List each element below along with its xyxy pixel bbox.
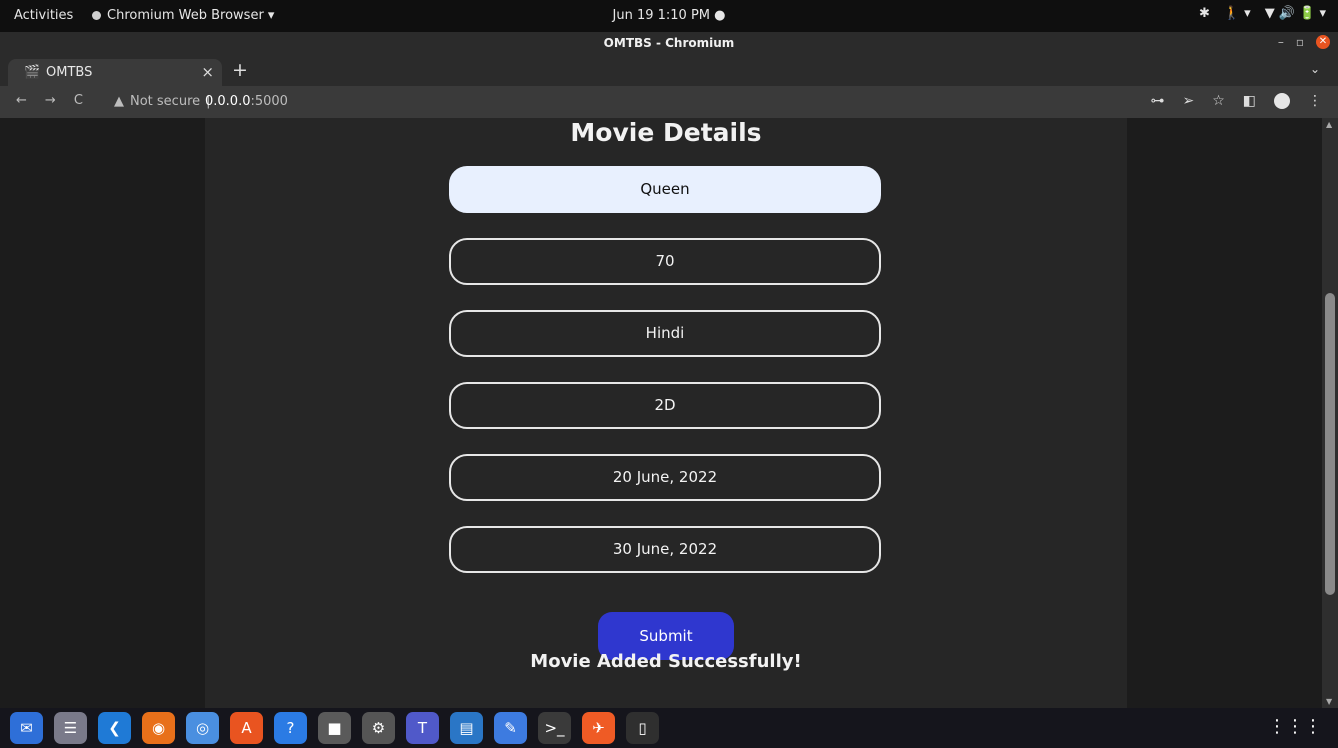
tab-label: OMTBS xyxy=(46,65,93,80)
security-indicator[interactable]: ▲ Not secure | xyxy=(114,94,211,109)
price-input[interactable]: 70 xyxy=(449,238,881,285)
chromium-small-icon xyxy=(92,11,101,20)
status-message: Movie Added Successfully! xyxy=(530,651,802,672)
usb-icon[interactable]: ▯ xyxy=(626,712,659,744)
tab-omtbs[interactable]: 🎬 OMTBS × xyxy=(8,59,222,86)
side-panel-icon[interactable]: ◧ xyxy=(1243,93,1256,109)
window-controls: – ▫ ✕ xyxy=(1278,35,1330,49)
window-title: OMTBS - Chromium xyxy=(603,36,735,50)
bookmark-star-icon[interactable]: ☆ xyxy=(1212,93,1225,109)
teams-icon[interactable]: T xyxy=(406,712,439,744)
clock[interactable]: Jun 19 1:10 PM ● xyxy=(613,8,726,23)
profile-avatar-icon[interactable] xyxy=(1274,93,1290,109)
settings-icon[interactable]: ⚙ xyxy=(362,712,395,744)
address-bar: ← → C ▲ Not secure | 0.0.0.0:5000 ⊶ ➢ ☆ … xyxy=(0,86,1338,118)
reload-icon[interactable]: C xyxy=(74,93,83,108)
page-viewport: Movie Details Queen 70 Hindi 2D 20 June,… xyxy=(0,118,1322,708)
scroll-up-icon[interactable]: ▲ xyxy=(1326,120,1332,129)
bluetooth-icon[interactable]: ✱ xyxy=(1199,6,1210,21)
language-input[interactable]: Hindi xyxy=(449,310,881,357)
not-secure-label: Not secure xyxy=(130,94,201,109)
app-store-icon[interactable]: A xyxy=(230,712,263,744)
window-title-bar: OMTBS - Chromium – ▫ ✕ xyxy=(0,32,1338,54)
movie-form-panel: Movie Details Queen 70 Hindi 2D 20 June,… xyxy=(205,118,1127,708)
page-scrollbar[interactable]: ▲ ▼ xyxy=(1322,118,1338,708)
accessibility-icon[interactable]: 🚶 ▾ xyxy=(1224,6,1251,21)
dock-apps: ✉ ☰ ❮ ◉ ◎ A? ■ ⚙ T ▤ ✎ >_ ✈ ▯ xyxy=(10,712,659,744)
back-icon[interactable]: ← xyxy=(16,93,27,108)
network-volume-battery-icon[interactable]: ▼ 🔊 🔋 ▾ xyxy=(1265,6,1326,21)
show-apps-grid-icon[interactable]: ⋮⋮⋮ xyxy=(1268,716,1322,737)
files-icon[interactable]: ■ xyxy=(318,712,351,744)
tab-close-icon[interactable]: × xyxy=(201,63,214,81)
end-date-input[interactable]: 30 June, 2022 xyxy=(449,526,881,573)
help-icon[interactable]: ? xyxy=(274,712,307,744)
url-host: 0.0.0.0 xyxy=(205,94,251,109)
menu-kebab-icon[interactable]: ⋮ xyxy=(1308,93,1322,109)
app-menu-label: Chromium Web Browser ▾ xyxy=(107,8,275,23)
navigation-buttons: ← → C xyxy=(16,93,83,108)
send-icon[interactable]: ➢ xyxy=(1182,93,1194,109)
dock: ✉ ☰ ❮ ◉ ◎ A? ■ ⚙ T ▤ ✎ >_ ✈ ▯ ⋮⋮⋮ xyxy=(0,708,1338,748)
new-tab-button[interactable]: + xyxy=(232,59,248,81)
forward-icon[interactable]: → xyxy=(45,93,56,108)
format-input[interactable]: 2D xyxy=(449,382,881,429)
app-menu[interactable]: Chromium Web Browser ▾ xyxy=(92,8,274,23)
key-icon[interactable]: ⊶ xyxy=(1150,93,1164,109)
firefox-icon[interactable]: ◉ xyxy=(142,712,175,744)
activities-button[interactable]: Activities xyxy=(14,8,73,23)
text-editor-icon[interactable]: ✎ xyxy=(494,712,527,744)
movie-name-input[interactable]: Queen xyxy=(449,166,881,213)
scroll-down-icon[interactable]: ▼ xyxy=(1326,697,1332,706)
system-tray[interactable]: ✱ 🚶 ▾ ▼ 🔊 🔋 ▾ xyxy=(1199,6,1326,21)
warning-icon: ▲ xyxy=(114,94,124,109)
tab-favicon-icon: 🎬 xyxy=(24,65,41,80)
text-reader-icon[interactable]: ☰ xyxy=(54,712,87,744)
chromium-icon[interactable]: ◎ xyxy=(186,712,219,744)
terminal-icon[interactable]: >_ xyxy=(538,712,571,744)
start-date-input[interactable]: 20 June, 2022 xyxy=(449,454,881,501)
url-port: :5000 xyxy=(250,94,288,109)
page-title: Movie Details xyxy=(570,118,762,147)
tab-search-chevron-icon[interactable]: ⌄ xyxy=(1310,62,1320,76)
postman-icon[interactable]: ✈ xyxy=(582,712,615,744)
tab-strip: 🎬 OMTBS × + ⌄ xyxy=(0,54,1338,86)
url-field[interactable]: 0.0.0.0:5000 xyxy=(205,94,288,109)
libreoffice-writer-icon[interactable]: ▤ xyxy=(450,712,483,744)
scrollbar-thumb[interactable] xyxy=(1325,293,1335,595)
close-window-button[interactable]: ✕ xyxy=(1316,35,1330,49)
toolbar-right: ⊶ ➢ ☆ ◧ ⋮ xyxy=(1150,93,1322,109)
maximize-button[interactable]: ▫ xyxy=(1296,35,1304,49)
system-top-bar: Activities Chromium Web Browser ▾ Jun 19… xyxy=(0,0,1338,32)
minimize-button[interactable]: – xyxy=(1278,35,1284,49)
vscode-icon[interactable]: ❮ xyxy=(98,712,131,744)
thunderbird-icon[interactable]: ✉ xyxy=(10,712,43,744)
